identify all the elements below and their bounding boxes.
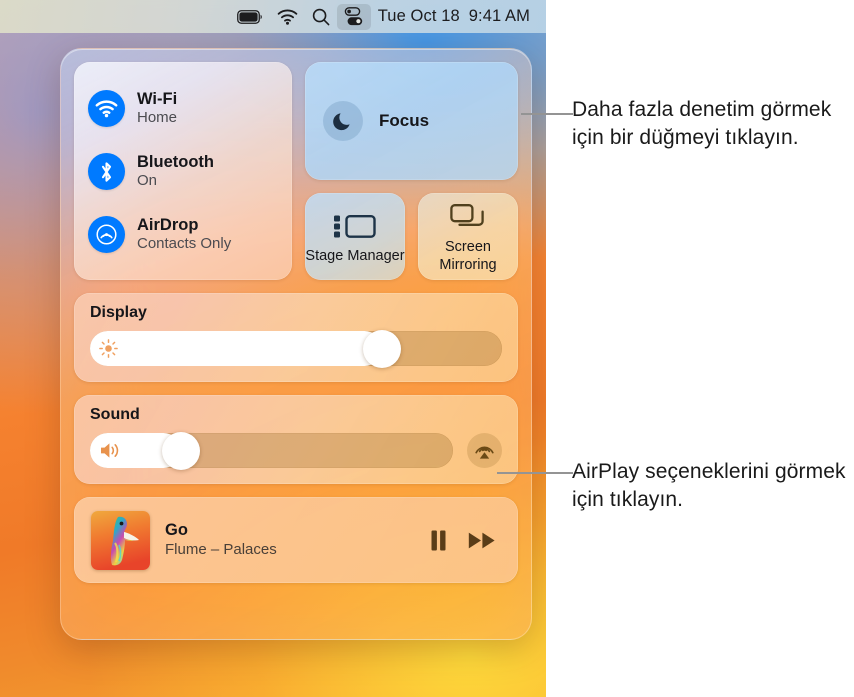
album-artwork[interactable] [91,510,150,570]
menu-bar-clock[interactable]: Tue Oct 18 9:41 AM [371,4,534,30]
display-brightness-slider[interactable] [90,329,502,368]
sound-module: Sound [74,395,518,484]
now-playing-track: Go [165,521,188,540]
now-playing-module: Go Flume – Palaces [74,497,518,583]
pause-icon [431,530,446,550]
screen-mirroring-label: Screen Mirroring [439,239,497,273]
screen-mirroring-icon [450,204,484,227]
control-center-right-column: Focus Stage Manager Screen Mirroring [305,62,518,280]
callout-airplay-options: AirPlay seçeneklerini görmek için tıklay… [572,460,846,512]
control-center-tile-row: Stage Manager Screen Mirroring [305,193,518,280]
menu-bar-date: Tue Oct 18 [377,7,460,25]
connectivity-status: On [137,171,158,189]
desktop-wallpaper: Tue Oct 18 9:41 AM Wi-Fi Home Bluetooth … [0,0,546,697]
callout-leader-line-2 [497,472,573,474]
connectivity-status: Contacts Only [137,234,232,252]
airplay-icon [475,446,494,459]
search-icon [312,8,330,25]
control-center-panel: Wi-Fi Home Bluetooth On AirDrop Contacts… [60,48,532,640]
battery-icon [236,9,262,24]
menu-bar-time: 9:41 AM [468,7,530,25]
menu-bar-wifi[interactable] [270,4,305,30]
bluetooth-icon [88,153,125,190]
brightness-icon [99,339,118,358]
callout-leader-line-1 [521,113,573,115]
wifi-icon [277,9,298,25]
stage-manager-tile[interactable]: Stage Manager [305,193,405,280]
connectivity-status: Home [137,108,178,126]
moon-icon [323,101,363,141]
now-playing-artist-album: Flume – Palaces [165,540,277,558]
pause-button[interactable] [430,530,447,551]
stage-manager-label: Stage Manager [305,247,405,264]
connectivity-title: Bluetooth [137,153,214,171]
connectivity-item-wifi[interactable]: Wi-Fi Home [74,77,292,140]
wifi-icon [88,90,125,127]
screen-mirroring-tile[interactable]: Screen Mirroring [418,193,518,280]
airdrop-icon [88,216,125,253]
now-playing-controls [430,530,501,551]
callout-more-controls: Daha fazla denetim görmek için bir düğme… [572,98,832,150]
sound-slider-knob[interactable] [161,431,200,470]
connectivity-title: AirDrop [137,216,199,234]
display-title: Display [90,304,147,321]
fast-forward-icon [468,532,495,548]
stage-manager-icon [334,214,376,238]
connectivity-item-bluetooth[interactable]: Bluetooth On [74,140,292,203]
connectivity-item-airdrop[interactable]: AirDrop Contacts Only [74,203,292,266]
volume-icon [101,443,119,458]
sound-title: Sound [90,406,140,423]
menu-bar-battery[interactable] [230,4,270,30]
menu-bar-spotlight[interactable] [305,4,337,30]
focus-tile[interactable]: Focus [305,62,518,180]
airplay-button[interactable] [467,433,502,468]
connectivity-module: Wi-Fi Home Bluetooth On AirDrop Contacts… [74,62,292,280]
sound-volume-slider[interactable] [90,431,453,470]
display-slider-knob[interactable] [363,329,402,368]
display-slider-fill [90,331,383,366]
menu-bar: Tue Oct 18 9:41 AM [0,0,546,33]
fast-forward-button[interactable] [468,531,496,550]
control-center-top-row: Wi-Fi Home Bluetooth On AirDrop Contacts… [74,62,518,280]
control-center-icon [344,7,362,26]
focus-label: Focus [379,111,430,130]
menu-bar-control-center[interactable] [336,3,371,30]
display-module: Display [74,293,518,382]
connectivity-title: Wi-Fi [137,90,178,108]
